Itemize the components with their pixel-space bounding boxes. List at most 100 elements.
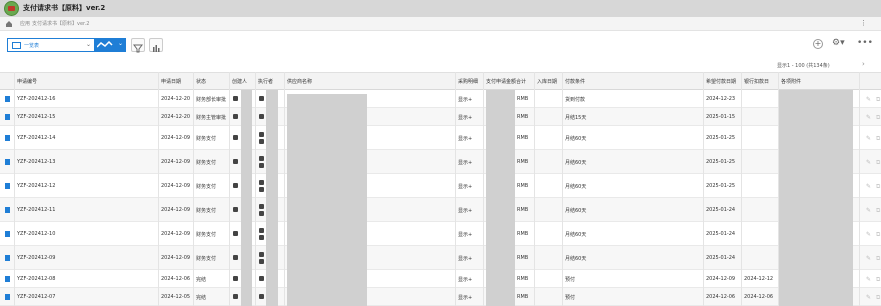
copy-icon[interactable]: ⧉	[876, 207, 880, 215]
copy-icon[interactable]: ⧉	[876, 276, 880, 284]
cell-purchase-detail[interactable]: 显示+	[458, 231, 472, 238]
cell-purchase-detail[interactable]: 显示+	[458, 114, 472, 121]
cell-payment-term: 预付	[565, 295, 576, 301]
cell-application-no: YZF-202412-16	[17, 96, 56, 102]
record-detail-icon[interactable]	[5, 114, 10, 120]
edit-icon[interactable]: ✎	[866, 183, 871, 190]
col-header-payment-term[interactable]: 付款条件	[565, 78, 585, 85]
col-header-attachments[interactable]: 各项附件	[781, 78, 801, 85]
gear-icon[interactable]: ⚙▾	[832, 38, 850, 50]
record-detail-icon[interactable]	[5, 255, 10, 261]
cell-purchase-detail[interactable]: 显示+	[458, 96, 472, 103]
cell-hope-date: 2025-01-25	[706, 183, 736, 189]
table-row[interactable]: YZF-202412-10 2024-12-09 财务支付 显示+ RMB 月结60天 20…	[0, 222, 881, 246]
executor-avatar-icon	[259, 204, 264, 209]
cell-purchase-detail[interactable]: 显示+	[458, 294, 472, 301]
copy-icon[interactable]: ⧉	[876, 135, 880, 143]
filter-icon	[133, 44, 143, 53]
edit-icon[interactable]: ✎	[866, 255, 871, 262]
record-detail-icon[interactable]	[5, 231, 10, 237]
cell-status: 财务部长审批	[196, 97, 227, 103]
col-header-no[interactable]: 申请编号	[17, 78, 37, 85]
cell-application-no: YZF-202412-14	[17, 135, 56, 141]
filter-button[interactable]	[131, 38, 145, 53]
cell-purchase-detail[interactable]: 显示+	[458, 276, 472, 283]
cell-application-no: YZF-202412-13	[17, 159, 56, 165]
cell-application-no: YZF-202412-07	[17, 294, 56, 300]
edit-icon[interactable]: ✎	[866, 276, 871, 283]
col-header-detail[interactable]: 采购明细	[458, 78, 478, 85]
record-detail-icon[interactable]	[5, 135, 10, 141]
col-header-creator[interactable]: 创建人	[232, 78, 247, 85]
record-detail-icon[interactable]	[5, 207, 10, 213]
cell-payment-term: 月结60天	[565, 184, 587, 190]
column-divider	[158, 72, 159, 306]
home-icon[interactable]	[5, 20, 13, 28]
info-icon[interactable]: ⋮	[860, 19, 867, 27]
cell-purchase-detail[interactable]: 显示+	[458, 159, 472, 166]
cell-currency: RMB	[517, 294, 529, 300]
cell-currency: RMB	[517, 276, 529, 282]
executor-avatar-icon	[259, 180, 264, 185]
chevron-down-icon: ⌄	[86, 41, 92, 48]
column-divider	[193, 72, 194, 306]
col-header-executor[interactable]: 执行者	[258, 78, 273, 85]
cell-purchase-detail[interactable]: 显示+	[458, 135, 472, 142]
view-select[interactable]: 一览表 ⌄	[7, 38, 95, 52]
copy-icon[interactable]: ⧉	[876, 114, 880, 122]
cell-purchase-detail[interactable]: 显示+	[458, 183, 472, 190]
redacted-supplier-block	[287, 94, 367, 306]
table-row[interactable]: YZF-202412-14 2024-12-09 财务支付 显示+ RMB 月结60天 20…	[0, 126, 881, 150]
record-detail-icon[interactable]	[5, 183, 10, 189]
graph-button[interactable]: ⌄	[94, 38, 126, 52]
table-row[interactable]: YZF-202412-07 2024-12-05 完结 显示+ RMB 预付 2024-12…	[0, 288, 881, 306]
col-header-amount[interactable]: 支付申请金额合计	[486, 78, 526, 85]
add-record-button[interactable]: +	[813, 39, 823, 49]
col-header-supplier[interactable]: 供应商名称	[287, 78, 312, 85]
record-detail-icon[interactable]	[5, 294, 10, 300]
col-header-stock-date[interactable]: 入库日期	[537, 78, 557, 85]
edit-icon[interactable]: ✎	[866, 231, 871, 238]
cell-hope-date: 2025-01-24	[706, 231, 736, 237]
copy-icon[interactable]: ⧉	[876, 255, 880, 263]
table-row[interactable]: YZF-202412-15 2024-12-20 财务主管审批 显示+ RMB 月结15天…	[0, 108, 881, 126]
copy-icon[interactable]: ⧉	[876, 231, 880, 239]
col-header-status[interactable]: 状态	[196, 78, 206, 85]
cell-currency: RMB	[517, 96, 529, 102]
cell-currency: RMB	[517, 207, 529, 213]
edit-icon[interactable]: ✎	[866, 114, 871, 121]
table-row[interactable]: YZF-202412-09 2024-12-09 财务支付 显示+ RMB 月结60天 20…	[0, 246, 881, 270]
view-label: 一览表	[24, 43, 40, 49]
edit-icon[interactable]: ✎	[866, 135, 871, 142]
table-row[interactable]: YZF-202412-12 2024-12-09 财务支付 显示+ RMB 月结60天 20…	[0, 174, 881, 198]
column-divider	[284, 72, 285, 306]
col-header-debit-date[interactable]: 银行扣款日	[744, 78, 769, 85]
col-header-date[interactable]: 申请日期	[161, 78, 181, 85]
table-row[interactable]: YZF-202412-11 2024-12-09 财务支付 显示+ RMB 月结60天 20…	[0, 198, 881, 222]
cell-purchase-detail[interactable]: 显示+	[458, 207, 472, 214]
cell-purchase-detail[interactable]: 显示+	[458, 255, 472, 262]
breadcrumb-current[interactable]: 支付请求书【原料】ver.2	[32, 20, 89, 27]
record-detail-icon[interactable]	[5, 276, 10, 282]
record-detail-icon[interactable]	[5, 96, 10, 102]
cell-hope-date: 2025-01-24	[706, 255, 736, 261]
table-row[interactable]: YZF-202412-13 2024-12-09 财务支付 显示+ RMB 月结60天 20…	[0, 150, 881, 174]
record-detail-icon[interactable]	[5, 159, 10, 165]
col-header-hope-date[interactable]: 希望付款日期	[706, 78, 736, 85]
next-page-icon[interactable]: ›	[862, 60, 865, 68]
cell-hope-date: 2025-01-24	[706, 207, 736, 213]
more-icon[interactable]: •••	[857, 38, 873, 48]
executor-avatar-icon	[259, 276, 264, 281]
cell-application-date: 2024-12-20	[161, 114, 191, 120]
copy-icon[interactable]: ⧉	[876, 183, 880, 191]
edit-icon[interactable]: ✎	[866, 159, 871, 166]
copy-icon[interactable]: ⧉	[876, 96, 880, 104]
table-row[interactable]: YZF-202412-08 2024-12-06 完结 显示+ RMB 预付 2024-12…	[0, 270, 881, 288]
statistics-button[interactable]	[149, 38, 163, 52]
edit-icon[interactable]: ✎	[866, 96, 871, 103]
table-row[interactable]: YZF-202412-16 2024-12-20 财务部长审批 显示+ RMB 货到付款 2…	[0, 90, 881, 108]
edit-icon[interactable]: ✎	[866, 207, 871, 214]
edit-icon[interactable]: ✎	[866, 294, 871, 301]
copy-icon[interactable]: ⧉	[876, 294, 880, 302]
copy-icon[interactable]: ⧉	[876, 159, 880, 167]
